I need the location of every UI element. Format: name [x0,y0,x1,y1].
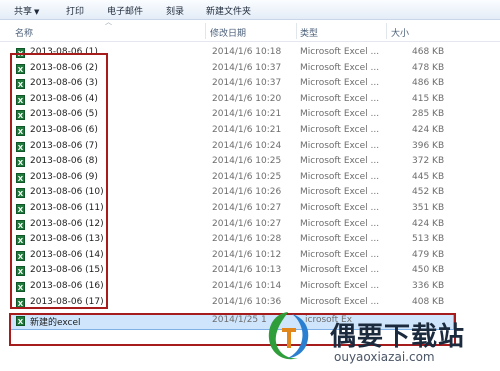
file-modified: 2014/1/6 10:14 [212,281,282,291]
file-type: Microsoft Excel ... [300,171,380,182]
annotation-box-file-names [10,53,108,309]
file-modified: 2014/1/6 10:24 [212,140,282,151]
file-size: 479 KB [412,249,445,260]
file-size: 285 KB [412,109,445,120]
file-modified: 2014/1/6 10:25 [212,156,282,167]
file-size: 424 KB [412,125,445,135]
file-modified: 2014/1/6 10:20 [212,93,282,104]
file-type: Microsoft Excel ... [300,93,380,104]
file-modified: 2014/1/6 10:36 [212,296,282,307]
file-type: Microsoft Excel ... [300,296,380,307]
new-folder-button[interactable]: 新建文件夹 [206,4,251,17]
file-type: Microsoft Excel ... [300,156,380,167]
email-button[interactable]: 电子邮件 [107,4,143,17]
column-header-bar: 名称 修改日期 类型 大小 [0,21,500,42]
file-type: Microsoft Excel ... [300,281,380,291]
file-type: Microsoft Excel ... [300,187,380,198]
file-size: 513 KB [412,234,445,245]
file-modified: 2014/1/6 10:28 [212,234,282,245]
column-divider[interactable] [386,23,387,39]
file-type: Microsoft Excel ... [300,234,380,245]
file-type: Microsoft Excel ... [300,109,380,120]
share-menu-button[interactable]: 共享 ▼ [14,4,39,17]
file-size: 445 KB [412,171,445,182]
file-modified: 2014/1/6 10:12 [212,249,282,260]
file-size: 372 KB [412,156,445,167]
file-modified: 2014/1/6 10:27 [212,203,282,213]
file-modified: 2014/1/6 10:25 [212,171,282,182]
file-modified: 2014/1/6 10:21 [212,125,282,135]
watermark-url: ouyaoxiazai.com [334,350,435,364]
chevron-down-icon: ▼ [34,8,40,16]
file-modified: 2014/1/6 10:27 [212,218,282,229]
file-modified: 2014/1/6 10:37 [212,78,282,89]
file-type: Microsoft Excel ... [300,265,380,276]
file-size: 408 KB [412,296,445,307]
file-modified: 2014/1/6 10:37 [212,62,282,73]
file-modified: 2014/1/6 10:13 [212,265,282,276]
column-divider[interactable] [205,23,206,39]
file-size: 452 KB [412,187,445,198]
site-logo-icon [268,312,309,360]
column-header-modified[interactable]: 修改日期 [210,26,246,39]
file-type: Microsoft Excel ... [300,140,380,151]
file-size: 415 KB [412,93,445,104]
watermark-title: 偶要下载站 [330,322,466,352]
file-type: Microsoft Excel ... [300,249,380,260]
file-type: Microsoft Excel ... [300,203,380,213]
file-modified: 2014/1/6 10:18 [212,47,282,57]
file-size: 351 KB [412,203,445,213]
column-divider[interactable] [296,23,297,39]
file-type: Microsoft Excel ... [300,218,380,229]
file-size: 450 KB [412,265,445,276]
burn-button[interactable]: 刻录 [166,4,184,17]
file-modified: 2014/1/6 10:26 [212,187,282,198]
file-type: Microsoft Excel ... [300,125,380,135]
file-type: Microsoft Excel ... [300,62,380,73]
file-size: 486 KB [412,78,445,89]
column-header-size[interactable]: 大小 [391,26,409,39]
print-button[interactable]: 打印 [66,4,84,17]
command-bar: 共享 ▼ 打印 电子邮件 刻录 新建文件夹 [0,0,500,20]
file-type: Microsoft Excel ... [300,78,380,89]
file-type: Microsoft Excel ... [300,47,380,57]
file-size: 336 KB [412,281,445,291]
column-header-name[interactable]: 名称 [15,26,33,39]
sort-indicator-icon: ︿ [105,18,112,26]
file-size: 396 KB [412,140,445,151]
file-size: 424 KB [412,218,445,229]
column-header-type[interactable]: 类型 [300,26,318,39]
file-modified: 2014/1/6 10:21 [212,109,282,120]
share-label: 共享 [14,7,33,17]
file-size: 478 KB [412,62,445,73]
file-size: 468 KB [412,47,445,57]
